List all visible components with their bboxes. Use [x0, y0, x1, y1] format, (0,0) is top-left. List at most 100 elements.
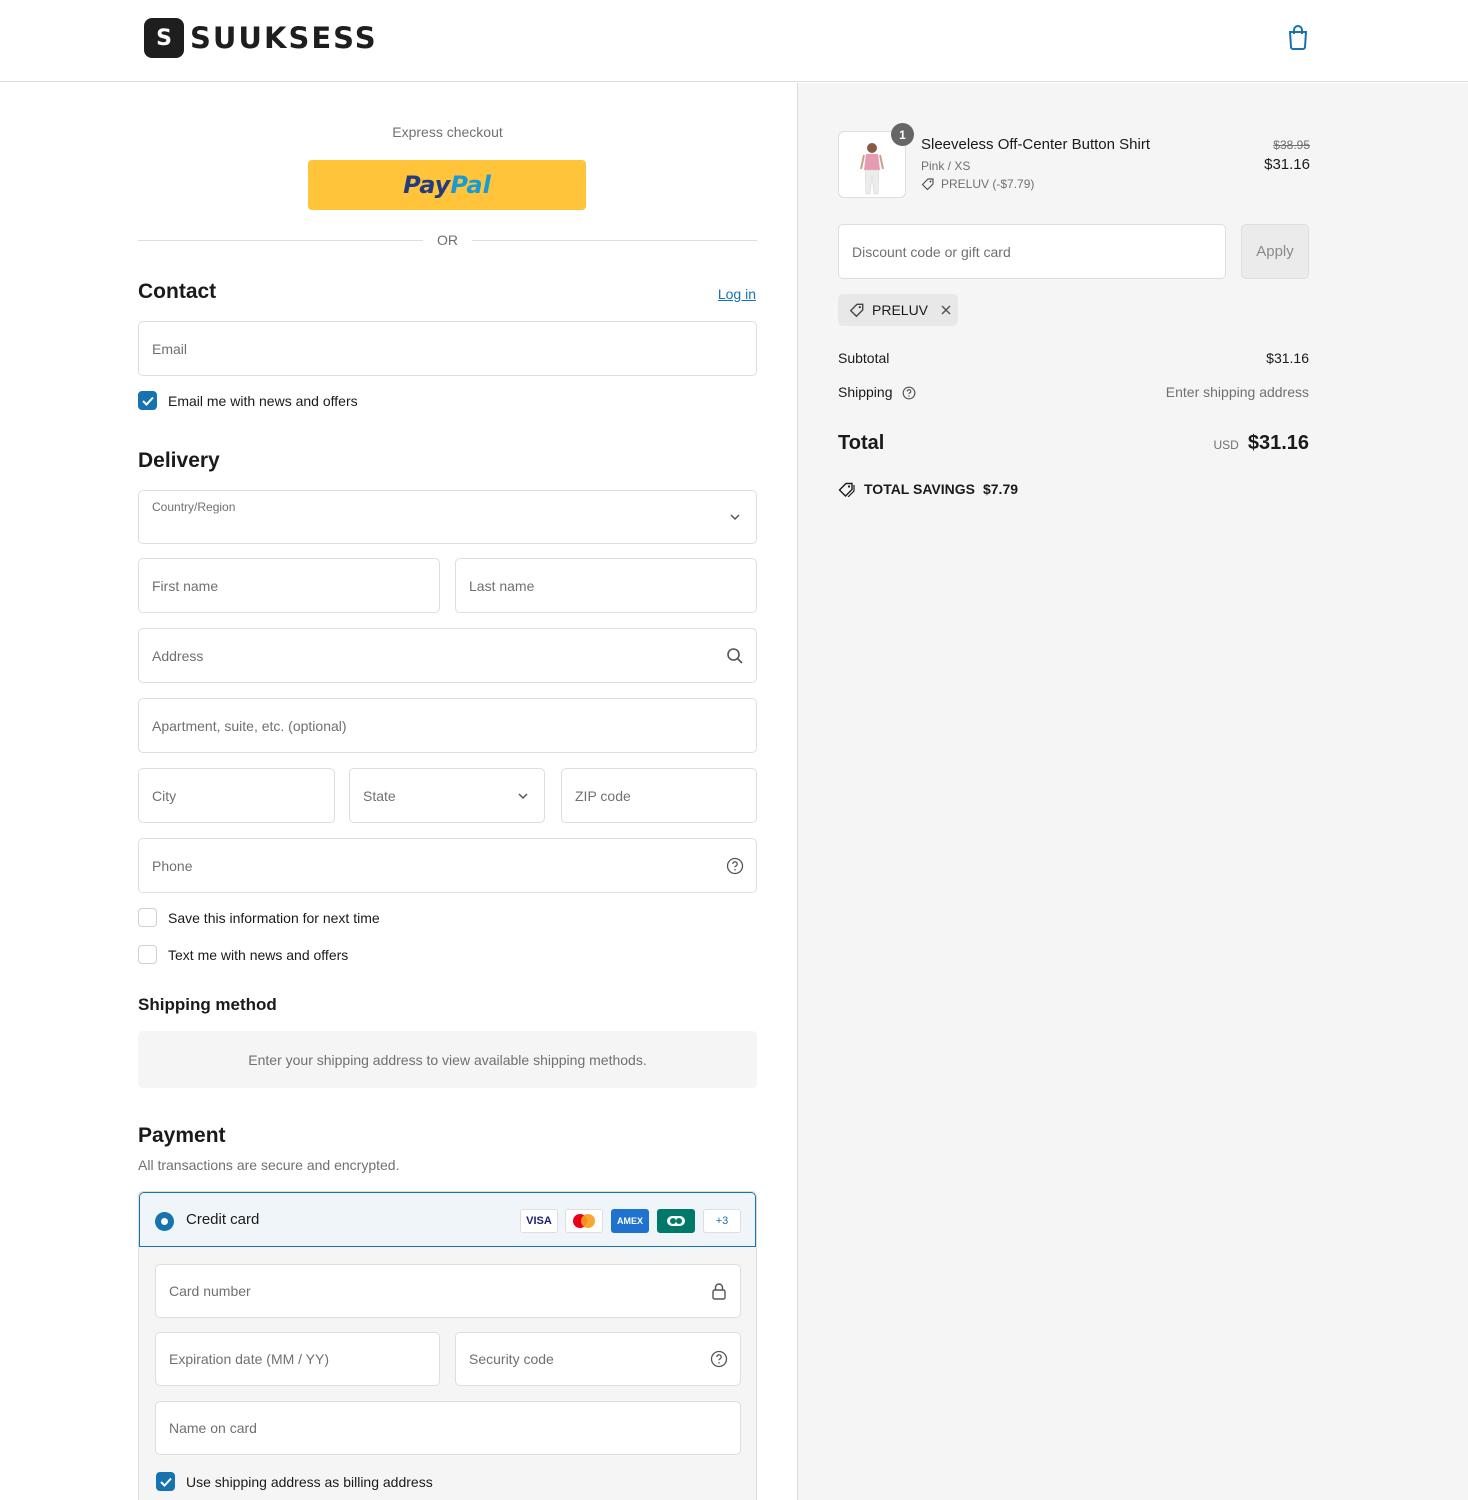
address-placeholder: Address: [152, 647, 204, 664]
visa-icon: VISA: [520, 1209, 558, 1233]
savings-label: TOTAL SAVINGS: [864, 481, 975, 497]
paypal-logo-pay: Pay: [403, 171, 451, 199]
save-info-checkbox[interactable]: [138, 908, 157, 927]
header: S SUUKSESS: [0, 0, 1468, 82]
checkmark-icon: [141, 396, 154, 406]
chevron-down-icon: [518, 792, 528, 799]
payment-method-box: Credit card VISA AMEX +3 Card number Exp…: [138, 1191, 757, 1500]
apply-button[interactable]: Apply: [1241, 224, 1309, 279]
city-field[interactable]: City: [138, 768, 335, 823]
logo-mark: S: [144, 18, 184, 58]
item-discount: PRELUV (-$7.79): [921, 177, 1034, 191]
subtotal-label: Subtotal: [838, 350, 890, 366]
contact-title: Contact: [138, 280, 217, 303]
credit-card-option[interactable]: Credit card VISA AMEX +3: [139, 1192, 756, 1247]
applied-discount-code: PRELUV: [872, 302, 929, 318]
email-news-row[interactable]: Email me with news and offers: [138, 391, 358, 410]
tag-icon: [921, 178, 934, 191]
total-currency: USD: [1213, 438, 1239, 452]
savings-value: $7.79: [982, 481, 1019, 497]
store-logo[interactable]: S SUUKSESS: [144, 17, 378, 59]
text-news-row[interactable]: Text me with news and offers: [138, 945, 348, 964]
billing-same-row[interactable]: Use shipping address as billing address: [156, 1472, 433, 1491]
total-value-group: USD $31.16: [1213, 432, 1309, 455]
shipping-value: Enter shipping address: [1165, 384, 1309, 400]
save-info-row[interactable]: Save this information for next time: [138, 908, 380, 927]
shopping-bag-icon[interactable]: [1286, 24, 1310, 50]
state-select[interactable]: State: [349, 768, 545, 823]
zip-field[interactable]: ZIP code: [561, 768, 757, 823]
country-select[interactable]: Country/Region: [138, 490, 757, 544]
or-divider: OR: [138, 230, 757, 250]
card-number-field[interactable]: Card number: [155, 1264, 741, 1318]
diners-club-icon: [657, 1209, 695, 1233]
name-on-card-field[interactable]: Name on card: [155, 1401, 741, 1455]
email-placeholder: Email: [152, 340, 188, 357]
credit-card-radio[interactable]: [155, 1212, 174, 1231]
help-circle-icon[interactable]: [726, 857, 744, 875]
address-field[interactable]: Address: [138, 628, 757, 683]
text-news-label: Text me with news and offers: [168, 946, 349, 963]
last-name-placeholder: Last name: [469, 577, 535, 594]
login-link[interactable]: Log in: [700, 286, 756, 302]
more-brands-badge[interactable]: +3: [703, 1209, 741, 1233]
mastercard-icon: [565, 1209, 603, 1233]
discount-code-placeholder: Discount code or gift card: [852, 243, 1011, 260]
email-news-label: Email me with news and offers: [168, 392, 358, 409]
delivery-title: Delivery: [138, 449, 220, 472]
expiry-placeholder: Expiration date (MM / YY): [169, 1351, 330, 1367]
help-circle-icon[interactable]: [710, 1350, 728, 1368]
checkmark-icon: [159, 1477, 172, 1487]
shipping-row: Shipping Enter shipping address: [838, 384, 1309, 400]
credit-card-label: Credit card: [186, 1211, 260, 1228]
lock-icon: [712, 1283, 726, 1300]
email-field[interactable]: Email: [138, 321, 757, 376]
shipping-method-title: Shipping method: [138, 995, 277, 1014]
search-icon: [727, 647, 743, 664]
city-placeholder: City: [152, 787, 177, 804]
total-value: $31.16: [1247, 432, 1309, 454]
paypal-button[interactable]: Pay Pal: [308, 160, 586, 210]
paypal-logo-pal: Pal: [450, 171, 491, 199]
text-news-checkbox[interactable]: [138, 945, 157, 964]
item-discount-text: PRELUV (-$7.79): [941, 177, 1035, 191]
logo-text: SUUKSESS: [190, 21, 378, 55]
close-icon[interactable]: [940, 304, 952, 316]
express-checkout-label: Express checkout: [392, 124, 503, 140]
last-name-field[interactable]: Last name: [455, 558, 757, 613]
original-price: $38.95: [1273, 138, 1310, 152]
first-name-field[interactable]: First name: [138, 558, 440, 613]
first-name-placeholder: First name: [152, 577, 219, 594]
tags-icon: [838, 482, 855, 497]
help-circle-icon[interactable]: [902, 386, 916, 400]
discount-code-field[interactable]: Discount code or gift card: [838, 224, 1226, 279]
chevron-down-icon: [730, 514, 740, 521]
security-code-field[interactable]: Security code: [455, 1332, 741, 1386]
or-text: OR: [437, 232, 458, 248]
country-label: Country/Region: [152, 500, 236, 514]
phone-placeholder: Phone: [152, 857, 193, 874]
apartment-field[interactable]: Apartment, suite, etc. (optional): [138, 698, 757, 753]
amex-icon: AMEX: [611, 1209, 649, 1233]
billing-same-checkbox[interactable]: [156, 1472, 175, 1491]
name-on-card-placeholder: Name on card: [169, 1420, 257, 1436]
payment-title: Payment: [138, 1124, 226, 1147]
expiry-field[interactable]: Expiration date (MM / YY): [155, 1332, 440, 1386]
state-placeholder: State: [363, 787, 396, 804]
tag-icon: [849, 303, 864, 318]
subtotal-value: $31.16: [1266, 350, 1309, 366]
subtotal-row: Subtotal $31.16: [838, 350, 1309, 366]
apartment-placeholder: Apartment, suite, etc. (optional): [152, 717, 347, 734]
phone-field[interactable]: Phone: [138, 838, 757, 893]
security-code-placeholder: Security code: [469, 1351, 554, 1367]
save-info-label: Save this information for next time: [168, 909, 380, 926]
item-price: $31.16: [1264, 156, 1310, 173]
total-label: Total: [838, 432, 885, 454]
item-name: Sleeveless Off-Center Button Shirt: [921, 136, 1150, 153]
shipping-method-note: Enter your shipping address to view avai…: [138, 1031, 757, 1088]
email-news-checkbox[interactable]: [138, 391, 157, 410]
payment-subtitle: All transactions are secure and encrypte…: [138, 1157, 400, 1173]
quantity-badge: 1: [891, 123, 914, 146]
shipping-label: Shipping: [838, 384, 893, 400]
zip-placeholder: ZIP code: [575, 787, 631, 804]
